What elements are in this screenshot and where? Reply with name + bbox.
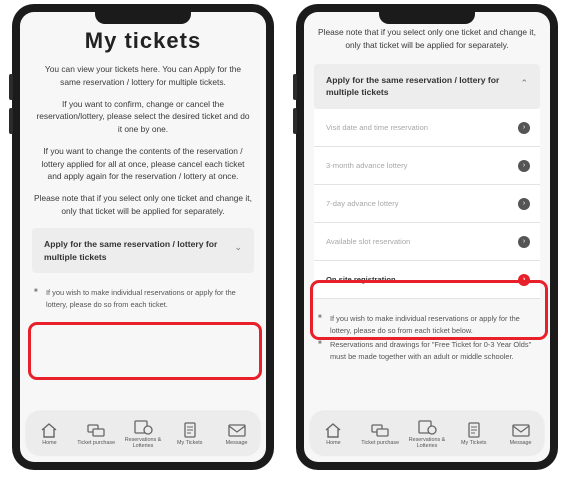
- chevron-down-icon: ⌄: [234, 241, 242, 252]
- option-visit-date[interactable]: Visit date and time reservation ›: [314, 109, 540, 148]
- phone-notch: [95, 12, 191, 24]
- tab-label: Ticket purchase: [77, 440, 116, 447]
- tab-label: Reservations & Lotteries: [124, 437, 162, 449]
- note-item: If you wish to make individual reservati…: [34, 287, 252, 311]
- tab-label: My Tickets: [177, 440, 203, 447]
- note-text: Please note that if you select only one …: [318, 27, 536, 50]
- arrow-right-icon: ›: [518, 159, 530, 172]
- reservations-icon: [134, 420, 153, 435]
- accordion-label: Apply for the same reservation / lottery…: [44, 238, 218, 262]
- tab-message[interactable]: Message: [215, 421, 259, 447]
- option-label: Visit date and time reservation: [326, 123, 429, 133]
- tab-label: Ticket purchase: [361, 440, 400, 447]
- highlight-frame: [28, 322, 262, 380]
- tab-label: Message: [509, 440, 532, 447]
- screen-left: My tickets You can view your tickets her…: [20, 12, 266, 462]
- note-item: Reservations and drawings for "Free Tick…: [318, 339, 536, 363]
- tab-home[interactable]: Home: [27, 421, 71, 447]
- home-icon: [325, 423, 341, 438]
- option-7-day-lottery[interactable]: 7-day advance lottery ›: [314, 185, 540, 224]
- tab-label: Reservations & Lotteries: [408, 437, 446, 449]
- accordion-label: Apply for the same reservation / lottery…: [326, 74, 500, 98]
- tab-label: My Tickets: [461, 440, 487, 447]
- volume-button: [293, 108, 297, 134]
- ticket-purchase-icon: [87, 424, 105, 437]
- option-available-slot[interactable]: Available slot reservation ›: [314, 223, 540, 262]
- option-label: Available slot reservation: [326, 237, 411, 247]
- screen-right: Please note that if you select only one …: [304, 12, 550, 462]
- tab-my-tickets[interactable]: My Tickets: [452, 421, 496, 447]
- bottom-tab-bar: Home Ticket purchase Reservations & Lott…: [310, 412, 544, 456]
- confirm-text: If you want to confirm, change or cancel…: [36, 98, 250, 135]
- tab-label: Home: [42, 440, 57, 447]
- multi-ticket-accordion[interactable]: Apply for the same reservation / lottery…: [314, 63, 540, 110]
- phone-notch: [379, 12, 475, 24]
- chevron-up-icon: ⌃: [520, 77, 528, 88]
- tab-reservations[interactable]: Reservations & Lotteries: [405, 418, 449, 450]
- home-icon: [41, 423, 57, 438]
- notes-list: If you wish to make individual reservati…: [34, 287, 252, 311]
- arrow-right-icon: ›: [518, 235, 530, 248]
- option-3-month-lottery[interactable]: 3-month advance lottery ›: [314, 147, 540, 186]
- volume-button: [9, 74, 13, 100]
- phone-frame-left: My tickets You can view your tickets her…: [9, 4, 274, 470]
- message-icon: [511, 424, 530, 437]
- option-label: 7-day advance lottery: [326, 199, 399, 209]
- tab-message[interactable]: Message: [499, 421, 543, 447]
- change-all-text: If you want to change the contents of th…: [41, 145, 245, 182]
- phone-frame-right: Please note that if you select only one …: [293, 4, 558, 470]
- intro-text: You can view your tickets here. You can …: [44, 64, 242, 87]
- my-tickets-icon: [184, 422, 196, 438]
- reservations-icon: [418, 420, 437, 435]
- bottom-tab-bar: Home Ticket purchase Reservations & Lott…: [26, 412, 260, 456]
- option-label: 3-month advance lottery: [326, 161, 408, 171]
- arrow-right-icon: ›: [518, 121, 530, 134]
- highlight-frame: [310, 280, 548, 340]
- tab-reservations[interactable]: Reservations & Lotteries: [121, 418, 165, 450]
- arrow-right-icon: ›: [518, 197, 530, 210]
- my-tickets-icon: [468, 422, 480, 438]
- page-title: My tickets: [84, 28, 202, 53]
- tab-my-tickets[interactable]: My Tickets: [168, 421, 212, 447]
- volume-button: [9, 108, 13, 134]
- message-icon: [227, 424, 246, 437]
- tab-ticket-purchase[interactable]: Ticket purchase: [358, 421, 402, 447]
- multi-ticket-accordion[interactable]: Apply for the same reservation / lottery…: [32, 227, 254, 274]
- volume-button: [293, 74, 297, 100]
- tab-label: Message: [225, 440, 248, 447]
- apply-options-list: Visit date and time reservation › 3-mont…: [314, 109, 540, 300]
- tab-ticket-purchase[interactable]: Ticket purchase: [74, 421, 118, 447]
- tab-label: Home: [326, 440, 341, 447]
- apply-options-content: Please note that if you select only one …: [304, 12, 550, 410]
- ticket-purchase-icon: [371, 424, 389, 437]
- note-text: Please note that if you select only one …: [34, 193, 252, 216]
- tab-home[interactable]: Home: [311, 421, 355, 447]
